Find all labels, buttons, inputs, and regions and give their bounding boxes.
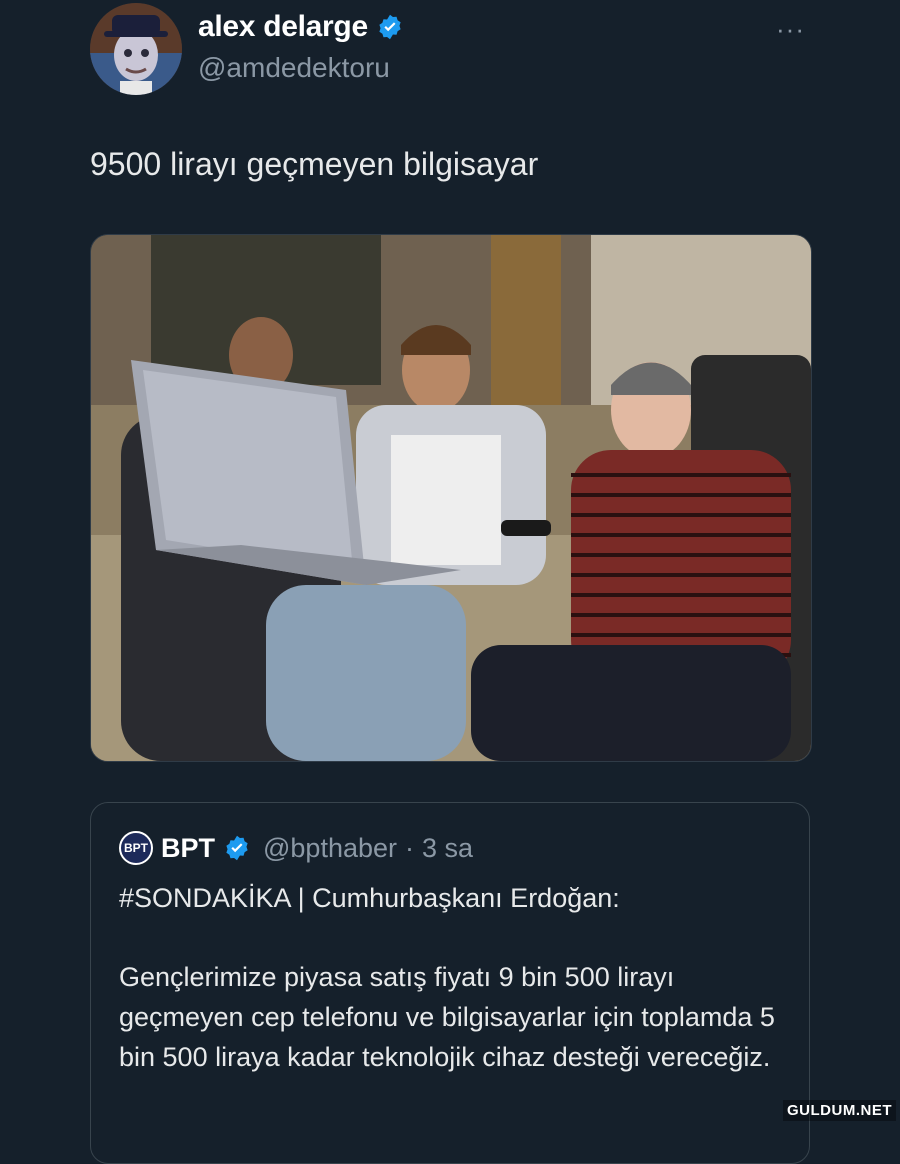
author-name-row[interactable]: alex delarge xyxy=(198,10,404,44)
avatar[interactable] xyxy=(90,3,182,95)
quoted-author-handle[interactable]: @bpthaber xyxy=(263,833,397,864)
quoted-timestamp[interactable]: 3 sa xyxy=(422,833,473,864)
verified-badge-icon xyxy=(376,13,404,41)
quoted-headline: #SONDAKİKA | Cumhurbaşkanı Erdoğan: xyxy=(119,883,620,913)
tweet-text: 9500 lirayı geçmeyen bilgisayar xyxy=(90,146,539,182)
verified-badge-icon xyxy=(223,834,251,862)
quoted-body-text: Gençlerimize piyasa satış fiyatı 9 bin 5… xyxy=(119,962,775,1072)
quoted-tweet-header: BPT BPT @bpthaber · 3 sa xyxy=(119,831,473,865)
author-handle[interactable]: @amdedektoru xyxy=(198,52,390,84)
tweet-photo[interactable] xyxy=(90,234,812,762)
quoted-tweet[interactable]: BPT BPT @bpthaber · 3 sa #SONDAKİKA | Cu… xyxy=(90,802,810,1164)
watermark: GULDUM.NET xyxy=(783,1100,896,1121)
more-options-icon[interactable]: ··· xyxy=(776,14,805,45)
quoted-author-name[interactable]: BPT xyxy=(161,833,215,864)
separator-dot: · xyxy=(405,832,414,863)
author-display-name[interactable]: alex delarge xyxy=(198,10,368,44)
bpt-logo-icon[interactable]: BPT xyxy=(119,831,153,865)
